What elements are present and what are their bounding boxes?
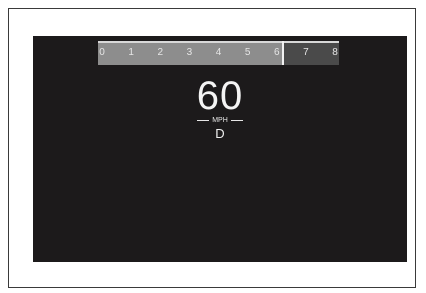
unit-dash-left [197, 120, 210, 121]
tachometer-label-5: 5 [244, 47, 251, 58]
speed-readout: 60 [196, 74, 244, 118]
tachometer-label-8: 8 [332, 47, 338, 58]
tachometer-label-3: 3 [186, 47, 193, 58]
unit-dash-right [230, 120, 243, 121]
tachometer-label-1: 1 [128, 47, 134, 58]
tachometer-label-7: 7 [303, 47, 309, 58]
tachometer-label-0: 0 [99, 47, 105, 58]
gear-indicator: D [215, 126, 225, 141]
speed-unit: MPH [212, 117, 228, 124]
tachometer: 0 1 2 3 4 5 6 7 8 [98, 41, 339, 65]
tachometer-top-line [98, 41, 339, 43]
speed-unit-row: MPH [33, 116, 407, 125]
instrument-display: 0 1 2 3 4 5 6 7 8 60 MPH D [33, 36, 407, 262]
tachometer-label-2: 2 [157, 47, 164, 58]
tachometer-label-6: 6 [273, 47, 280, 58]
tachometer-label-4: 4 [215, 47, 222, 58]
